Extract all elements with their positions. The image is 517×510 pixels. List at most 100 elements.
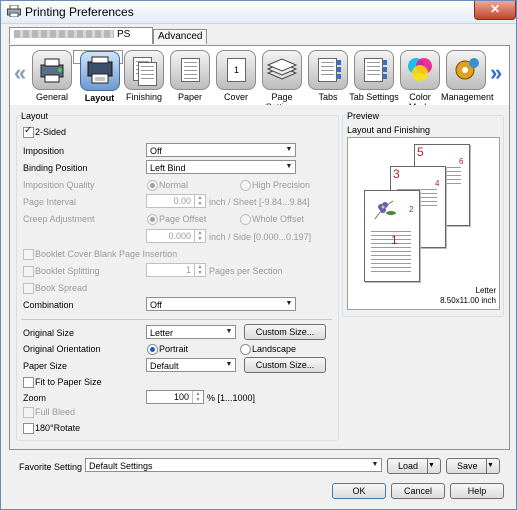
zoom-input[interactable]: 100 ▲ ▼ — [146, 390, 204, 404]
paper-custom-size-button[interactable]: Custom Size... — [244, 357, 326, 373]
layout-icon — [79, 51, 120, 91]
chevron-down-icon: ▼ — [371, 461, 379, 468]
landscape-radio[interactable] — [240, 344, 251, 355]
save-dropdown-icon[interactable]: ▼ — [486, 459, 499, 473]
landscape-label: Landscape — [252, 344, 297, 354]
scroll-right-arrow-icon[interactable]: » — [490, 60, 502, 86]
cancel-button[interactable]: Cancel — [391, 483, 445, 499]
load-button[interactable]: Load ▼ — [387, 458, 441, 474]
combination-label: Combination — [23, 300, 74, 310]
binding-position-value: Left Bind — [150, 163, 186, 173]
page-interval-input[interactable]: 0.00 ▲ ▼ — [146, 194, 206, 208]
toolbar-item-tab-settings[interactable]: Tab Settings — [349, 50, 399, 102]
scroll-left-arrow-icon[interactable]: « — [14, 60, 26, 86]
original-orientation-label: Original Orientation — [23, 344, 101, 354]
chevron-down-icon: ▼ — [285, 146, 293, 153]
book-spread-checkbox[interactable] — [23, 283, 34, 294]
combination-value: Off — [150, 300, 162, 310]
paper-page — [181, 58, 200, 82]
toolbar-item-layout[interactable]: Layout — [73, 50, 123, 103]
general-icon — [32, 50, 72, 90]
toolbar-label-management: Management — [441, 92, 494, 102]
tab-settings-icon — [354, 50, 394, 90]
quality-high-label: High Precision — [252, 180, 311, 190]
spinner-arrows-icon[interactable]: ▲ ▼ — [194, 264, 205, 276]
combination-select[interactable]: Off ▼ — [146, 297, 296, 311]
cover-icon: 1 — [216, 50, 256, 90]
cover-page-number: 1 — [227, 58, 246, 82]
toolbar-item-cover[interactable]: 1 Cover — [211, 50, 261, 102]
original-custom-size-button[interactable]: Custom Size... — [244, 324, 326, 340]
toolbar-item-tabs[interactable]: Tabs — [303, 50, 353, 102]
toolbar-item-color-mode[interactable]: Color Mode — [395, 50, 445, 112]
toolbar-item-management[interactable]: Management — [441, 50, 494, 102]
toolbar-item-general[interactable]: General — [27, 50, 77, 102]
save-button[interactable]: Save ▼ — [446, 458, 500, 474]
page-offset-radio[interactable] — [147, 214, 158, 225]
toolbar-item-page-settings[interactable]: Page Settings — [257, 50, 307, 112]
printing-preferences-window: Printing Preferences ✕ PS Advanced « » G… — [0, 0, 517, 510]
preview-page-2: 2 — [409, 205, 414, 214]
rotate-180-checkbox[interactable] — [23, 423, 34, 434]
preview-page-5: 5 — [417, 145, 424, 159]
finishing-page-front — [138, 62, 157, 86]
book-spread-label: Book Spread — [35, 283, 88, 293]
two-sided-checkbox[interactable]: ✓ — [23, 125, 34, 138]
spinner-arrows-icon[interactable]: ▲ ▼ — [194, 195, 205, 207]
paper-size-select[interactable]: Default ▼ — [146, 358, 236, 372]
paper-size-label: Paper Size — [23, 361, 68, 371]
fit-to-paper-label: Fit to Paper Size — [35, 377, 102, 387]
creep-adjustment-label: Creep Adjustment — [23, 214, 95, 224]
portrait-radio[interactable] — [147, 344, 158, 355]
close-button[interactable]: ✕ — [474, 1, 516, 20]
full-bleed-checkbox[interactable] — [23, 407, 34, 418]
checkmark-icon: ✓ — [24, 125, 33, 136]
spinner-arrows-icon[interactable]: ▲ ▼ — [192, 391, 203, 403]
spinner-arrows-icon[interactable]: ▲ ▼ — [194, 230, 205, 242]
original-size-select[interactable]: Letter ▼ — [146, 325, 236, 339]
booklet-splitting-unit: Pages per Section — [209, 266, 283, 276]
binding-position-select[interactable]: Left Bind ▼ — [146, 160, 296, 174]
toolbar-item-finishing[interactable]: Finishing — [119, 50, 169, 102]
preview-page-3: 3 — [393, 167, 400, 181]
paper-icon — [170, 50, 210, 90]
load-dropdown-icon[interactable]: ▼ — [427, 459, 440, 473]
booklet-splitting-input[interactable]: 1 ▲ ▼ — [146, 263, 206, 277]
quality-high-radio[interactable] — [240, 180, 251, 191]
booklet-splitting-checkbox[interactable] — [23, 266, 34, 277]
two-sided-label: 2-Sided — [35, 127, 67, 137]
preview-sheet-1: 1 2 — [364, 190, 420, 282]
toolbar-label-cover: Cover — [223, 92, 248, 102]
imposition-quality-label: Imposition Quality — [23, 180, 95, 190]
imposition-select[interactable]: Off ▼ — [146, 143, 296, 157]
save-label: Save — [457, 461, 478, 471]
creep-adjustment-input[interactable]: 0.000 ▲ ▼ — [146, 229, 206, 243]
printer-icon — [7, 5, 21, 17]
booklet-cover-checkbox[interactable] — [23, 249, 34, 260]
preview-group-label: Preview — [347, 111, 380, 121]
tab-ps[interactable]: PS — [9, 27, 153, 44]
toolbar-label-tab-settings: Tab Settings — [349, 92, 399, 102]
fit-to-paper-checkbox[interactable] — [23, 377, 34, 388]
quality-normal-radio[interactable] — [147, 180, 158, 191]
favorite-setting-select[interactable]: Default Settings ▼ — [85, 458, 382, 472]
favorite-setting-label: Favorite Setting — [19, 462, 83, 472]
ok-button[interactable]: OK — [332, 483, 386, 499]
load-label: Load — [398, 461, 419, 471]
help-button[interactable]: Help — [450, 483, 504, 499]
paper-size-value: Default — [150, 361, 179, 371]
toolbar-label-finishing: Finishing — [125, 92, 163, 102]
preview-paper-size: 8.50x11.00 inch — [440, 296, 496, 305]
page-offset-label: Page Offset — [159, 214, 207, 224]
preview-page-4: 4 — [435, 179, 440, 188]
chevron-down-icon: ▼ — [285, 163, 293, 170]
whole-offset-radio[interactable] — [240, 214, 251, 225]
zoom-unit: % [1...1000] — [207, 393, 256, 403]
toolbar-item-paper[interactable]: Paper — [165, 50, 215, 102]
original-size-label: Original Size — [23, 328, 75, 338]
original-size-value: Letter — [150, 328, 174, 338]
full-bleed-label: Full Bleed — [35, 407, 76, 417]
toolbar-label-paper: Paper — [177, 92, 203, 102]
tab-advanced[interactable]: Advanced — [153, 29, 208, 44]
layout-group-label: Layout — [21, 111, 49, 121]
